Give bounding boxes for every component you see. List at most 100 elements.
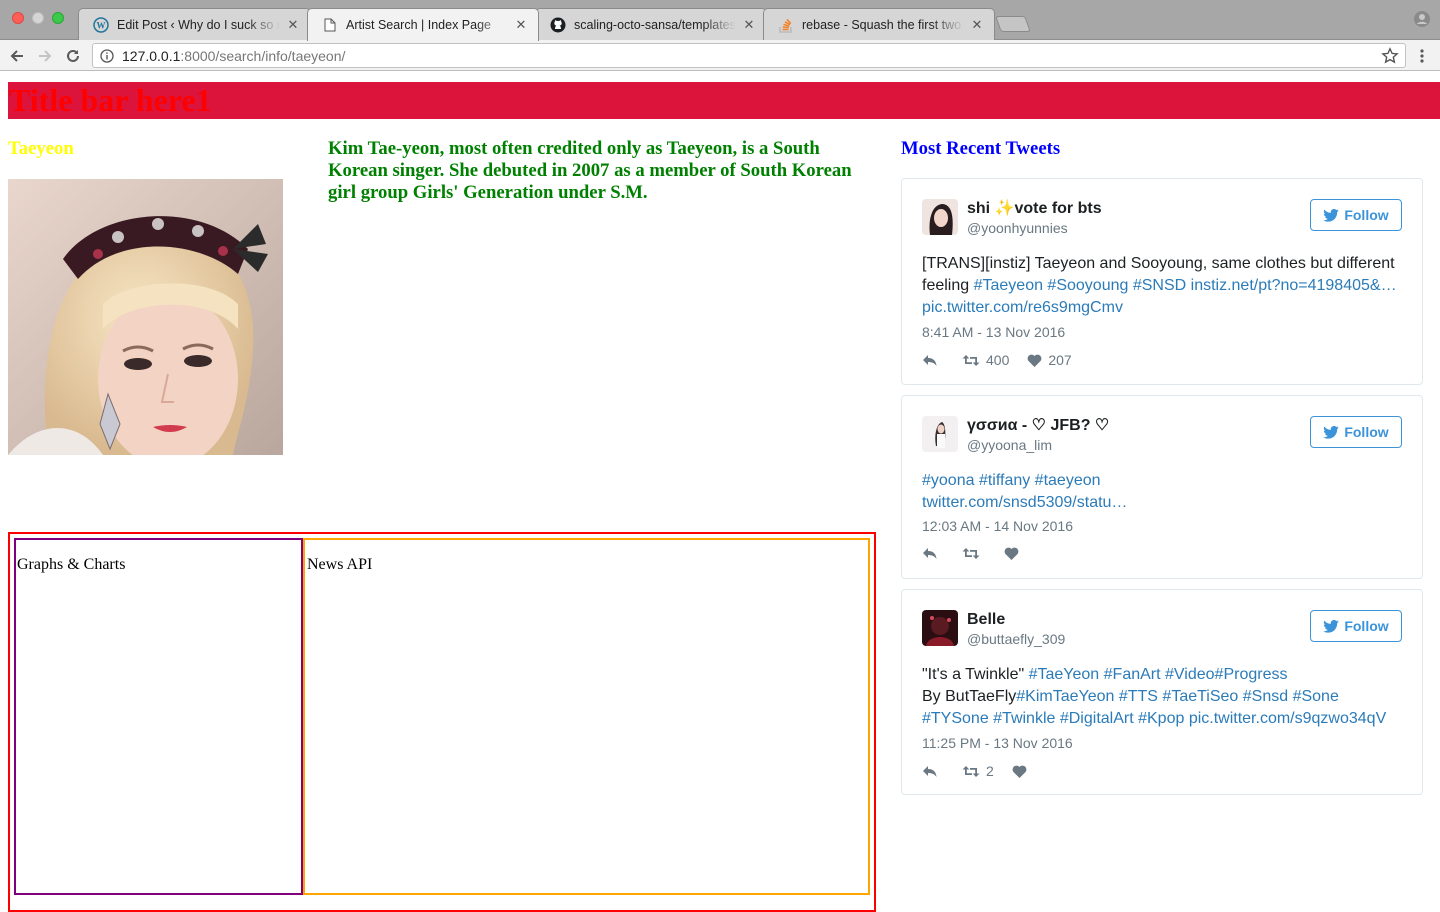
reply-icon: [923, 766, 937, 777]
follow-button[interactable]: Follow: [1310, 416, 1402, 448]
like-button[interactable]: [1012, 765, 1033, 778]
tweet-link[interactable]: pic.twitter.com/re6s9mgCmv: [922, 299, 1123, 316]
tweet-date[interactable]: 11:25 PM - 13 Nov 2016: [922, 735, 1073, 751]
heart-icon: [1012, 765, 1027, 778]
retweet-icon: [962, 765, 980, 777]
forward-arrow-icon: [39, 50, 52, 62]
tab-title: Artist Search | Index Page: [346, 18, 491, 32]
tweet-author-handle[interactable]: @buttaefly_309: [967, 631, 1065, 647]
tweet-date[interactable]: 12:03 AM - 14 Nov 2016: [922, 518, 1073, 534]
retweet-button[interactable]: 2: [962, 763, 994, 779]
tab-title: rebase - Squash the first two c: [802, 17, 964, 32]
twitter-bird-icon: [1323, 619, 1340, 633]
tweet-card: γσσиα - ♡ JFB? ♡ @yyoona_lim Follow #yoo…: [901, 395, 1423, 579]
avatar[interactable]: [922, 610, 958, 646]
window-minimize-button[interactable]: [32, 12, 44, 24]
heart-icon: [1004, 547, 1019, 560]
profile-icon[interactable]: [1414, 11, 1430, 27]
browser-tab-github[interactable]: scaling-octo-sansa/templates/ ✕: [535, 8, 767, 40]
tweets-heading: Most Recent Tweets: [901, 138, 1061, 159]
svg-text:W: W: [97, 20, 106, 30]
reply-button[interactable]: [922, 764, 944, 778]
artist-photo: [8, 179, 283, 455]
follow-button[interactable]: Follow: [1310, 610, 1402, 642]
tweet-link[interactable]: #yoona #tiffany #taeyeon: [922, 472, 1101, 489]
reload-icon: [67, 49, 79, 62]
tweet-text: [TRANS][instiz] Taeyeon and Sooyoung, sa…: [922, 253, 1407, 319]
url-path: :8000/search/info/taeyeon/: [180, 47, 346, 64]
tweet-line: By ButTaeFly: [922, 688, 1017, 705]
forward-button[interactable]: [34, 45, 56, 67]
retweet-icon: [962, 547, 980, 559]
reply-button[interactable]: [922, 353, 944, 367]
window-close-button[interactable]: [12, 12, 24, 24]
news-api-panel: News API: [303, 538, 870, 895]
artist-bio: Kim Tae-yeon, most often credited only a…: [328, 138, 852, 203]
heart-icon: [1027, 354, 1042, 367]
like-button[interactable]: [1004, 547, 1025, 560]
like-count: 207: [1048, 352, 1072, 368]
retweet-icon: [962, 354, 980, 366]
tab-close-icon[interactable]: ✕: [742, 17, 756, 33]
tweet-author-name[interactable]: γσσиα - ♡ JFB? ♡: [967, 416, 1109, 436]
retweet-button[interactable]: 400: [962, 352, 1009, 368]
twitter-bird-icon: [1323, 425, 1340, 439]
url-host: 127.0.0.1: [122, 47, 181, 64]
tweet-line: feeling: [922, 277, 974, 294]
follow-label: Follow: [1344, 207, 1389, 223]
document-icon: [322, 17, 338, 33]
info-icon[interactable]: [100, 48, 114, 63]
tweet-author-name[interactable]: Belle: [967, 610, 1005, 630]
tweet-link[interactable]: twitter.com/snsd5309/statu…: [922, 494, 1127, 511]
page-title-bar: Title bar here1: [8, 82, 1440, 119]
browser-tab-rebase[interactable]: rebase - Squash the first two c ✕: [763, 8, 995, 40]
follow-button[interactable]: Follow: [1310, 199, 1402, 231]
tweet-link[interactable]: #TaeYeon #FanArt #Video#Progress: [1029, 666, 1288, 683]
tweet-author-name[interactable]: shi ✨vote for bts: [967, 199, 1102, 219]
reply-icon: [923, 548, 937, 559]
back-button[interactable]: [6, 45, 28, 67]
tweet-link[interactable]: #KimTaeYeon #TTS #TaeTiSeo #Snsd #Sone: [1016, 688, 1339, 705]
browser-menu-icon[interactable]: [1414, 48, 1430, 64]
browser-tab-strip: W Edit Post ‹ Why do I suck so much ✕ Ar…: [0, 0, 1440, 41]
stackoverflow-icon: [778, 17, 794, 33]
tweet-line: "It's a Twinkle": [922, 666, 1029, 683]
tab-close-icon[interactable]: ✕: [286, 17, 300, 33]
like-button[interactable]: 207: [1027, 352, 1072, 368]
retweet-count: 400: [986, 352, 1010, 368]
tweet-text: "It's a Twinkle" #TaeYeon #FanArt #Video…: [922, 664, 1407, 730]
tweet-link[interactable]: #Taeyeon #Sooyoung #SNSD instiz.net/pt?n…: [974, 277, 1397, 294]
address-bar[interactable]: 127.0.0.1:8000/search/info/taeyeon/: [92, 43, 1406, 68]
window-zoom-button[interactable]: [52, 12, 64, 24]
new-tab-button[interactable]: [995, 16, 1031, 32]
browser-tab-edit-post[interactable]: W Edit Post ‹ Why do I suck so much ✕: [78, 8, 311, 40]
avatar[interactable]: [922, 199, 958, 235]
reload-button[interactable]: [62, 45, 84, 67]
avatar[interactable]: [922, 416, 958, 452]
tab-title: scaling-octo-sansa/templates/: [574, 17, 736, 32]
retweet-button[interactable]: [962, 547, 986, 560]
tweet-author-handle[interactable]: @yoonhyunnies: [967, 220, 1068, 236]
browser-toolbar: 127.0.0.1:8000/search/info/taeyeon/: [0, 40, 1440, 71]
tweet-card: Belle @buttaefly_309 Follow "It's a Twin…: [901, 589, 1423, 795]
browser-tab-artist-search[interactable]: Artist Search | Index Page ✕: [307, 8, 539, 41]
bookmark-star-icon[interactable]: [1381, 47, 1399, 65]
tweet-link[interactable]: #TYSone #Twinkle #DigitalArt #Kpop pic.t…: [922, 710, 1386, 727]
tweet-author-handle[interactable]: @yyoona_lim: [967, 437, 1052, 453]
twitter-bird-icon: [1323, 208, 1340, 222]
tab-close-icon[interactable]: ✕: [514, 17, 528, 33]
tweet-card: shi ✨vote for bts @yoonhyunnies Follow […: [901, 178, 1423, 385]
graphs-charts-label: Graphs & Charts: [17, 556, 126, 573]
wordpress-icon: W: [93, 16, 109, 33]
graphs-charts-panel: Graphs & Charts: [14, 538, 303, 895]
tweet-text: #yoona #tiffany #taeyeon twitter.com/sns…: [922, 470, 1407, 514]
artist-name: Taeyeon: [8, 138, 74, 159]
reply-button[interactable]: [922, 546, 944, 560]
tab-close-icon[interactable]: ✕: [970, 17, 984, 33]
reply-icon: [923, 355, 937, 366]
tweet-date[interactable]: 8:41 AM - 13 Nov 2016: [922, 324, 1065, 340]
github-icon: [550, 17, 566, 33]
news-api-label: News API: [307, 556, 373, 573]
back-arrow-icon: [10, 50, 23, 62]
follow-label: Follow: [1344, 618, 1389, 634]
